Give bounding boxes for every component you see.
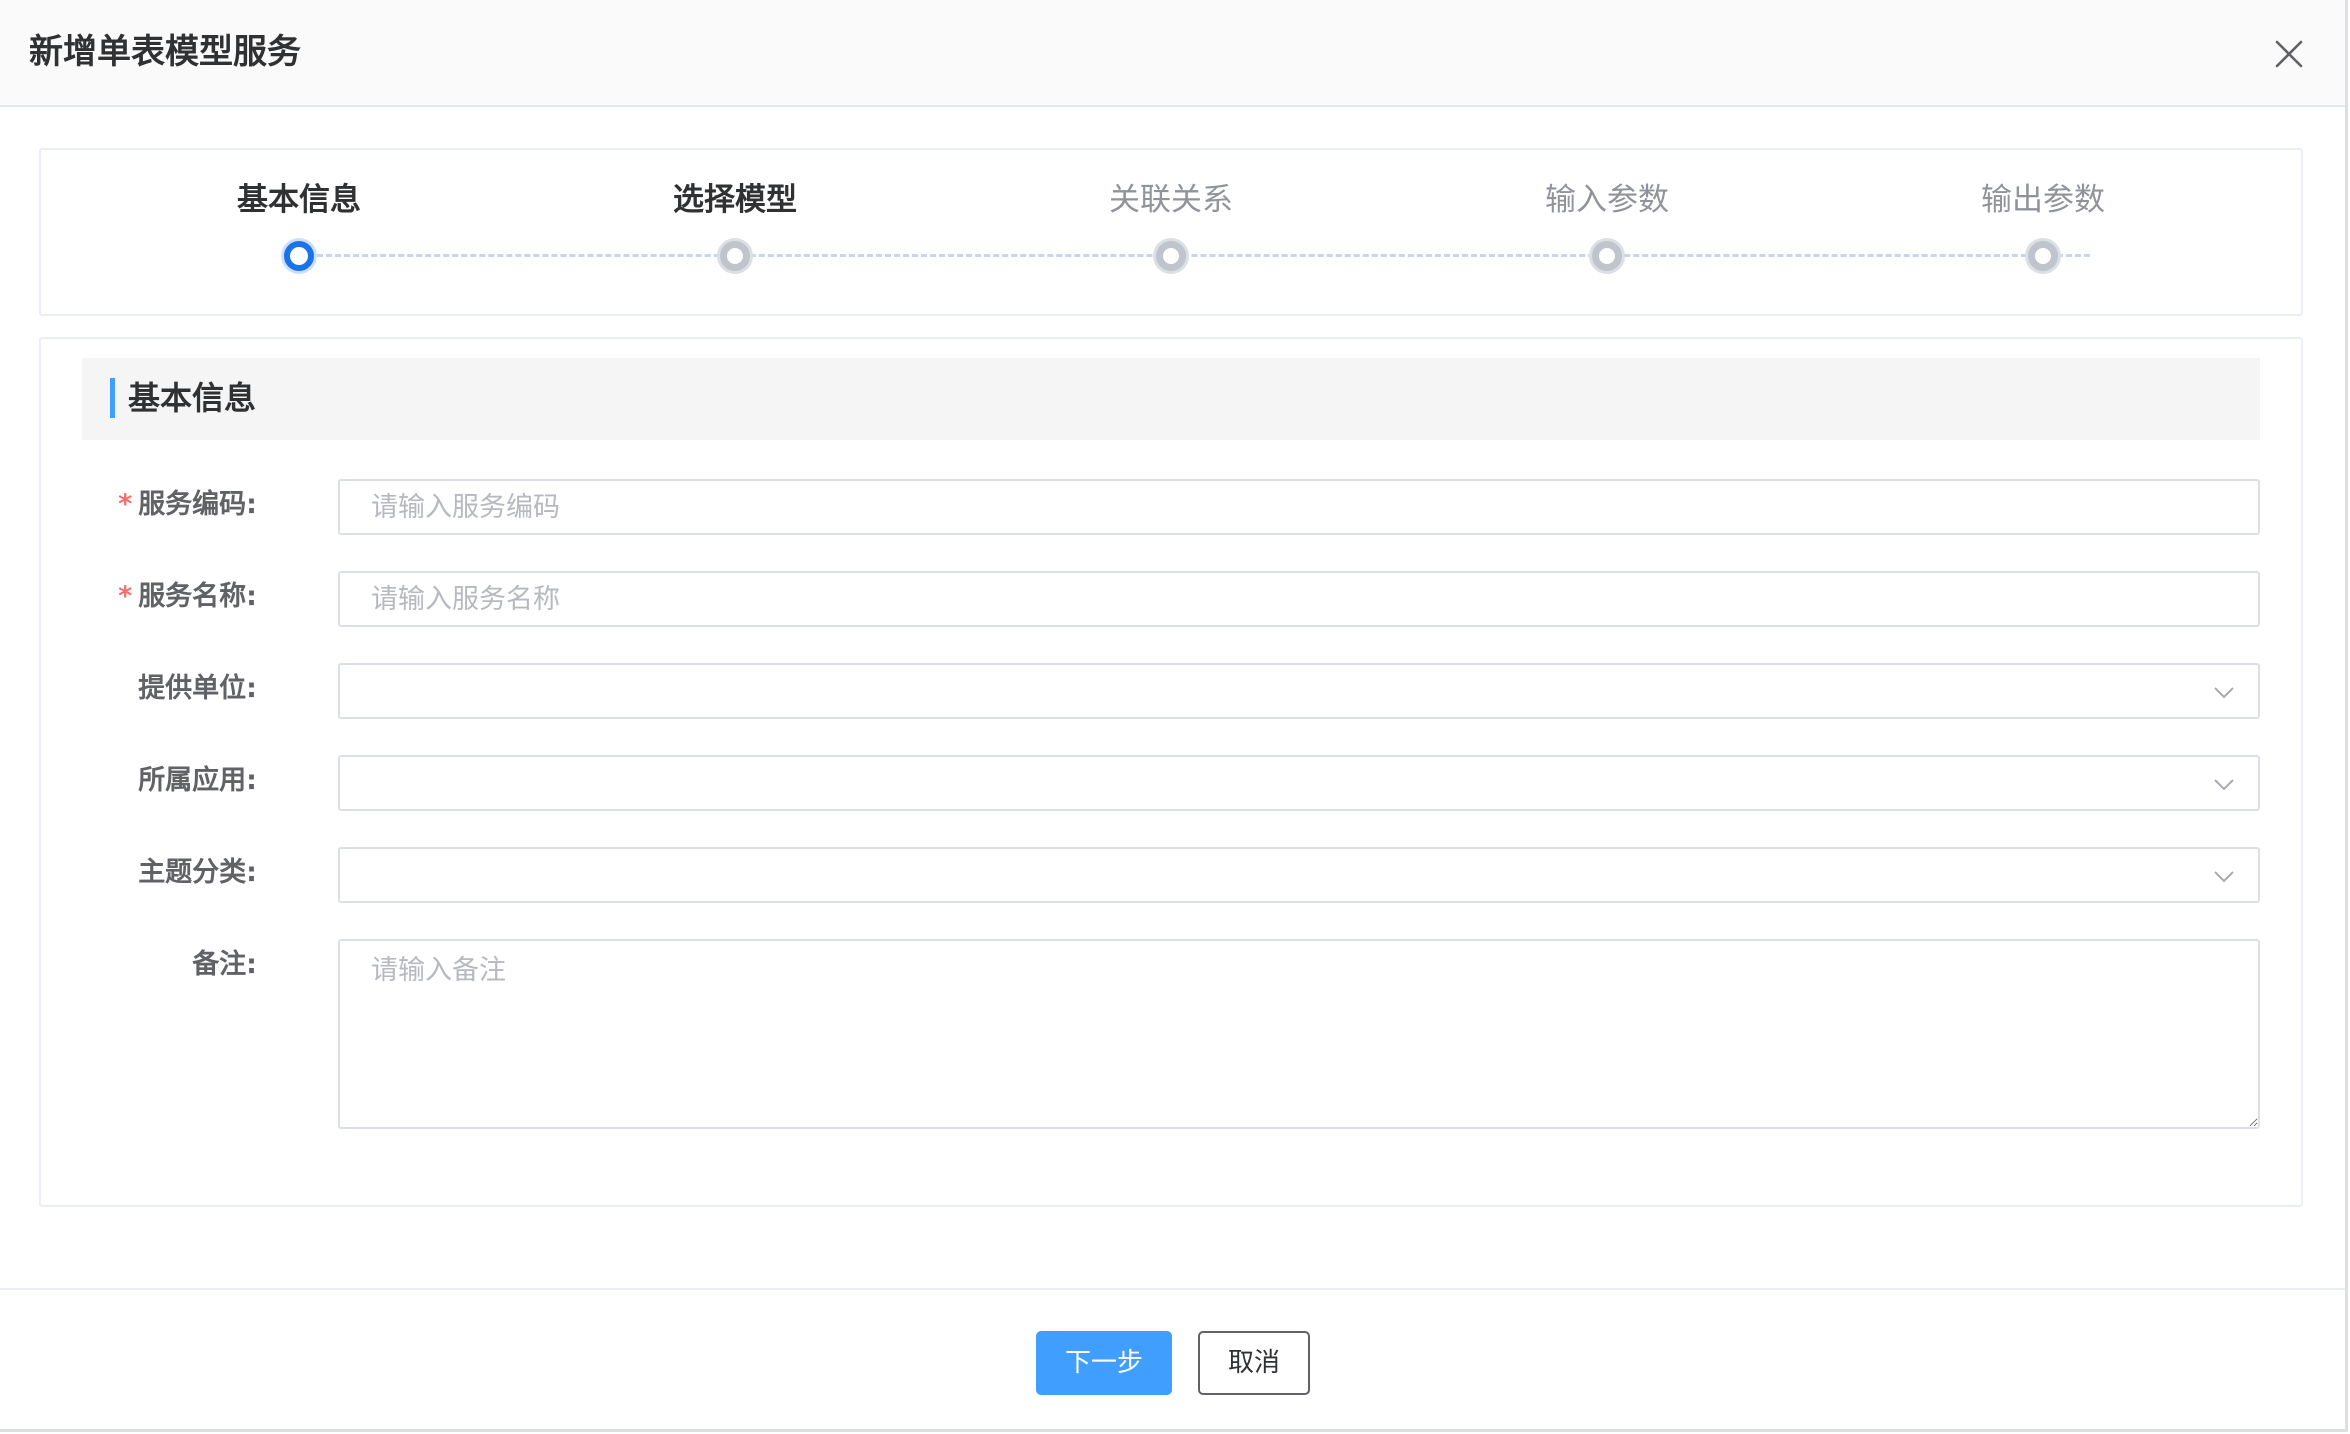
step-basic-info[interactable]: 基本信息 bbox=[149, 150, 449, 318]
form-row-remark: 备注: bbox=[41, 939, 2301, 1129]
step-output-params[interactable]: 输出参数 bbox=[1893, 150, 2193, 318]
close-button[interactable] bbox=[2269, 34, 2309, 74]
step-active-dot-icon bbox=[281, 238, 317, 274]
remark-textarea[interactable] bbox=[338, 939, 2260, 1129]
form-row-belong-app: 所属应用: bbox=[41, 755, 2301, 811]
basic-info-form-panel: 基本信息 *服务编码: *服务名称: 提供单位: 所属应用: bbox=[39, 337, 2303, 1207]
step-label: 输出参数 bbox=[1981, 182, 2105, 218]
belong-app-label: 所属应用: bbox=[138, 765, 257, 796]
section-accent-bar bbox=[110, 378, 115, 418]
step-dot-icon bbox=[1589, 238, 1625, 274]
service-code-label-text: 服务编码: bbox=[138, 489, 257, 520]
step-dot-icon bbox=[1153, 238, 1189, 274]
step-label: 关联关系 bbox=[1109, 182, 1233, 218]
step-label: 基本信息 bbox=[237, 182, 361, 218]
belong-app-select[interactable] bbox=[338, 755, 2260, 811]
service-name-input[interactable] bbox=[338, 571, 2260, 627]
provider-unit-select[interactable] bbox=[338, 663, 2260, 719]
next-step-button[interactable]: 下一步 bbox=[1036, 1331, 1172, 1395]
step-label: 选择模型 bbox=[673, 182, 797, 218]
dialog-footer: 下一步 取消 bbox=[0, 1288, 2345, 1432]
form-row-service-code: * 服务编码: bbox=[41, 479, 2301, 535]
dialog-title: 新增单表模型服务 bbox=[29, 32, 301, 72]
steps-panel: 基本信息 选择模型 关联关系 输入参数 输出参数 bbox=[39, 148, 2303, 316]
step-label: 输入参数 bbox=[1545, 182, 1669, 218]
required-mark: * bbox=[118, 581, 133, 612]
required-mark: * bbox=[118, 489, 133, 520]
remark-label: 备注: bbox=[192, 949, 257, 980]
section-header: 基本信息 bbox=[82, 358, 2260, 440]
form-row-provider-unit: 提供单位: bbox=[41, 663, 2301, 719]
chevron-down-icon bbox=[2212, 680, 2236, 704]
step-dot-icon bbox=[717, 238, 753, 274]
form-row-topic-category: 主题分类: bbox=[41, 847, 2301, 903]
service-code-input[interactable] bbox=[338, 479, 2260, 535]
dialog-header: 新增单表模型服务 bbox=[0, 0, 2345, 107]
service-name-label: * 服务名称: bbox=[118, 577, 257, 617]
step-input-params[interactable]: 输入参数 bbox=[1457, 150, 1757, 318]
step-select-model[interactable]: 选择模型 bbox=[585, 150, 885, 318]
chevron-down-icon bbox=[2212, 772, 2236, 796]
step-relations[interactable]: 关联关系 bbox=[1021, 150, 1321, 318]
chevron-down-icon bbox=[2212, 864, 2236, 888]
cancel-button[interactable]: 取消 bbox=[1198, 1331, 1310, 1395]
service-name-label-text: 服务名称: bbox=[138, 581, 257, 612]
close-icon bbox=[2275, 40, 2303, 68]
service-code-label: * 服务编码: bbox=[118, 485, 257, 525]
section-title: 基本信息 bbox=[128, 379, 257, 417]
form-row-service-name: * 服务名称: bbox=[41, 571, 2301, 627]
topic-category-select[interactable] bbox=[338, 847, 2260, 903]
step-dot-icon bbox=[2025, 238, 2061, 274]
provider-unit-label: 提供单位: bbox=[138, 673, 257, 704]
topic-category-label: 主题分类: bbox=[138, 857, 257, 888]
add-single-table-model-service-dialog: 新增单表模型服务 基本信息 选择模型 关联关系 输入参数 输出参数 基本信息 *… bbox=[0, 0, 2348, 1432]
